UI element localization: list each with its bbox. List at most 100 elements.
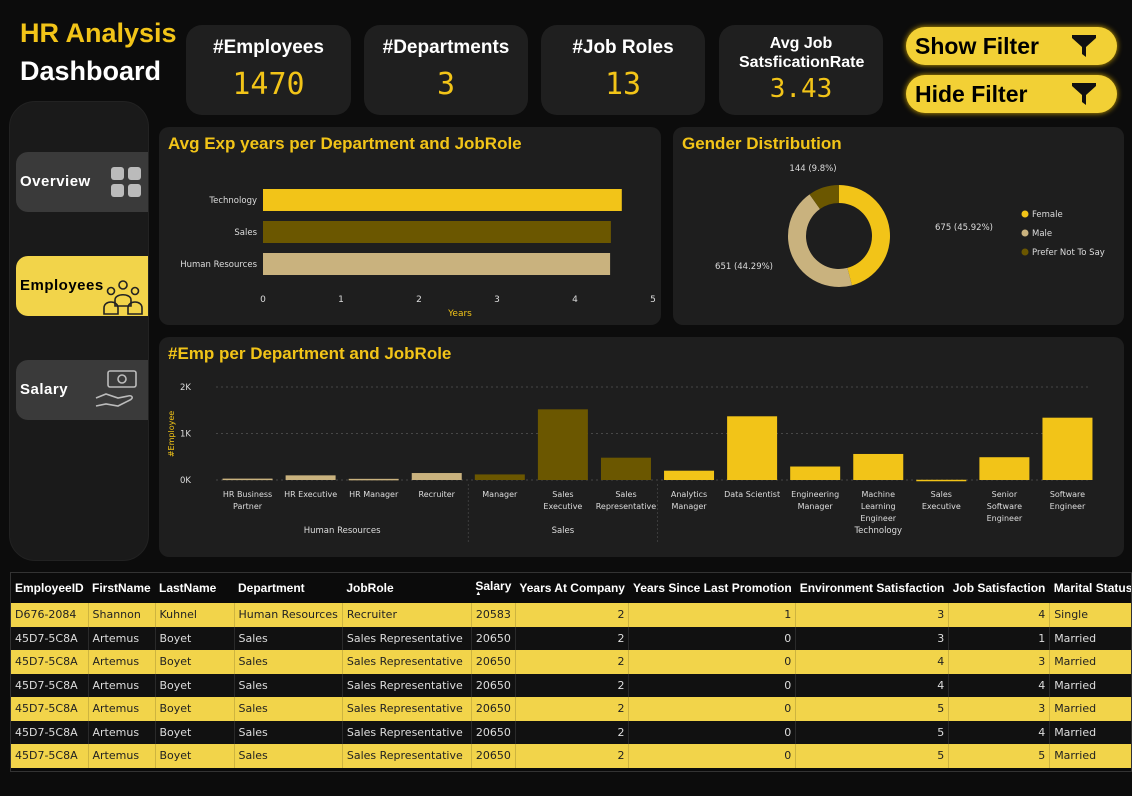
table-cell: Sales Representative	[342, 626, 472, 650]
bottom-bar	[0, 780, 1132, 796]
exp-category-label: Human Resources	[180, 260, 257, 270]
kpi-label: #Departments	[382, 37, 510, 58]
table-cell: Artemus	[88, 626, 156, 650]
emp-category-label: Partner	[233, 502, 263, 511]
exp-category-label: Technology	[208, 196, 257, 206]
table-cell: 45D7-5C8A	[11, 626, 89, 650]
table-cell: Boyet	[155, 650, 235, 674]
table-cell: 3	[948, 697, 1051, 721]
gender-data-label: 651 (44.29%)	[715, 262, 773, 272]
gender-legend-label: Female	[1032, 210, 1063, 220]
table-cell: Boyet	[155, 626, 235, 650]
table-cell: Sales	[234, 697, 343, 721]
sort-asc-icon: ▲	[475, 591, 482, 597]
table-cell: 0	[628, 720, 797, 744]
gender-data-label: 144 (9.8%)	[789, 164, 836, 174]
gender-donut-chart: 675 (45.92%) 651 (44.29%) 144 (9.8%) Female…	[715, 164, 1105, 287]
emp-group-label: Sales	[552, 526, 575, 536]
emp-category-label: Senior	[992, 490, 1018, 499]
table-row[interactable]: 45D7-5C8A Artemus Boyet Sales Sales Represen…	[11, 626, 1131, 650]
nav-employees-label: Employees	[20, 277, 104, 294]
table-cell: 5	[795, 744, 950, 768]
emp-category-label: Manager	[798, 502, 834, 511]
gender-chart-panel: Gender Distribution 675 (45.92%) 651 (44.…	[673, 127, 1124, 325]
emp-bar	[537, 409, 588, 480]
table-row[interactable]: 45D7-5C8A Artemus Boyet Sales Sales Represen…	[11, 673, 1131, 697]
kpi-label: Avg Job SatsficationRate	[739, 35, 865, 71]
table-cell: 5	[795, 697, 950, 721]
gender-data-label: 675 (45.92%)	[935, 223, 993, 233]
table-column-header[interactable]: LastName	[155, 573, 234, 603]
employee-table: EmployeeID FirstName LastName Department Job…	[10, 572, 1132, 772]
table-cell: Married	[1049, 697, 1131, 721]
table-row[interactable]: 45D7-5C8A Artemus Boyet Sales Sales Represen…	[11, 720, 1131, 744]
nav-overview-button[interactable]: Overview	[16, 152, 148, 212]
emp-category-label: Sales	[552, 490, 573, 499]
table-cell: 2	[515, 626, 630, 650]
table-cell: Artemus	[88, 673, 156, 697]
table-cell: Recruiter	[342, 603, 472, 627]
table-cell: Sales	[234, 650, 343, 674]
table-column-header[interactable]: Salary ▲	[471, 573, 515, 603]
table-cell: 20650	[471, 720, 516, 744]
table-column-header[interactable]: EmployeeID	[11, 573, 88, 603]
table-column-header[interactable]: Job Satisfaction	[949, 573, 1050, 603]
table-cell: 2	[515, 603, 630, 627]
table-column-header[interactable]: Department	[234, 573, 342, 603]
dashboard-title: HR Analysis	[20, 18, 177, 48]
table-row[interactable]: 45D7-5C8A Artemus Boyet Sales Sales Represen…	[11, 650, 1131, 674]
gender-legend-marker	[1021, 210, 1029, 218]
table-cell: Kuhnel	[155, 603, 235, 627]
table-cell: 4	[795, 673, 950, 697]
table-row[interactable]: 45D7-5C8A Artemus Boyet Sales Sales Represen…	[11, 697, 1131, 721]
nav-overview-label: Overview	[20, 173, 91, 190]
table-cell: 1	[628, 603, 797, 627]
grid-apps-icon	[111, 167, 141, 197]
kpi-label: #Employees	[213, 37, 324, 58]
table-cell: 20583	[471, 603, 516, 627]
emp-category-label: Data Scientist	[724, 490, 780, 499]
exp-bar	[263, 253, 611, 275]
emp-bar	[979, 457, 1030, 480]
table-column-header[interactable]: Years Since Last Promotion	[629, 573, 796, 603]
money-hand-icon	[95, 370, 137, 407]
emp-tick-label: 1K	[180, 430, 191, 440]
exp-chart-panel: Avg Exp years per Department and JobRole…	[159, 127, 661, 325]
table-column-header[interactable]: JobRole	[342, 573, 471, 603]
emp-bar	[600, 457, 651, 480]
nav-employees-button[interactable]: Employees	[16, 256, 148, 316]
table-row[interactable]: D676-2084 Shannon Kuhnel Human Resources Rec…	[11, 603, 1131, 627]
table-cell: 2	[515, 650, 630, 674]
table-cell: 4	[948, 673, 1051, 697]
table-cell: 0	[628, 744, 797, 768]
table-cell: 0	[628, 626, 797, 650]
emp-y-axis-label: #Employee	[167, 411, 176, 457]
table-cell: Sales Representative	[342, 650, 472, 674]
table-cell: 20650	[471, 650, 516, 674]
nav-salary-button[interactable]: Salary	[16, 360, 148, 420]
emp-category-label: Analytics	[671, 490, 707, 499]
emp-category-label: Learning	[861, 502, 896, 511]
emp-category-label: Engineering	[791, 490, 839, 499]
kpi-value: 13	[604, 67, 642, 102]
show-filter-button[interactable]: Show Filter	[906, 27, 1117, 65]
table-column-header[interactable]: Marital Status	[1050, 573, 1131, 603]
emp-category-label: HR Business	[223, 490, 272, 499]
exp-tick-label: 4	[572, 295, 578, 305]
table-column-header[interactable]: Environment Satisfaction	[796, 573, 949, 603]
show-filter-label: Show Filter	[915, 33, 1039, 59]
emp-group-label: Human Resources	[304, 526, 381, 536]
kpi-departments: #Departments 3	[364, 25, 528, 115]
table-row[interactable]: 45D7-5C8A Artemus Boyet Sales Sales Represen…	[11, 744, 1131, 768]
emp-bar	[411, 473, 462, 480]
kpi-value: 3.43	[769, 74, 833, 104]
table-column-header[interactable]: FirstName	[88, 573, 155, 603]
emp-tick-label: 2K	[180, 383, 191, 393]
hide-filter-button[interactable]: Hide Filter	[906, 75, 1117, 113]
table-cell: Sales	[234, 626, 343, 650]
kpi-value: 1470	[232, 67, 305, 102]
table-column-header[interactable]: Years At Company	[515, 573, 629, 603]
table-cell: 45D7-5C8A	[11, 744, 89, 768]
table-cell: Boyet	[155, 720, 235, 744]
dashboard-subtitle: Dashboard	[20, 56, 162, 86]
